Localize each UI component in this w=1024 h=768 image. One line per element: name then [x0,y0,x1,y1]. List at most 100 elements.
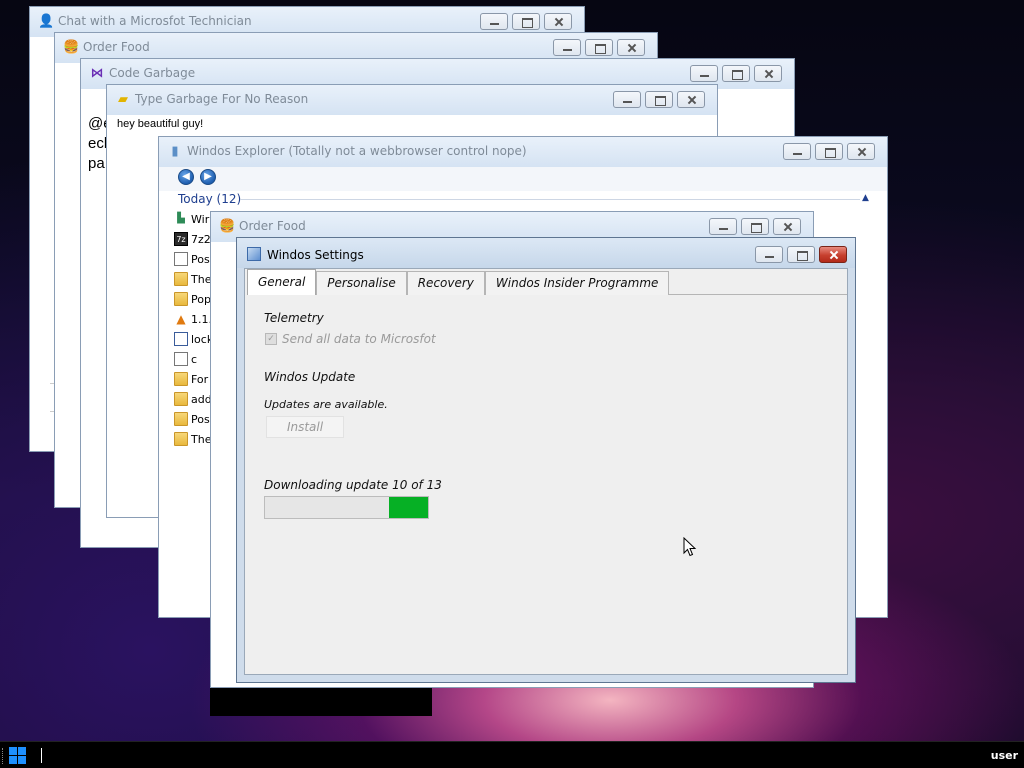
download-status: Downloading update 10 of 13 [264,478,442,492]
visual-studio-icon: ⋈ [90,66,104,81]
telemetry-checkbox-label: Send all data to Microsfot [282,332,436,346]
order-food-title: Order Food [83,40,150,54]
settings-body: General Personalise Recovery Windos Insi… [244,268,848,675]
file-item[interactable]: For [174,370,208,388]
file-name: The [191,272,212,286]
tab-windos-insider-programme[interactable]: Windos Insider Programme [484,271,670,295]
minimize-button[interactable] [553,39,581,56]
file-item[interactable]: add [174,390,212,408]
file-name: add [191,392,212,406]
folder-icon [174,392,188,406]
back-arrow-icon[interactable]: ◀ [178,169,194,185]
program-icon: ▙ [177,213,185,224]
folder-icon [174,432,188,446]
close-button[interactable] [544,13,572,30]
collapse-caret-icon[interactable]: ▲ [862,193,869,203]
explorer-title: Windos Explorer (Totally not a webbrowse… [187,144,527,158]
forward-arrow-icon[interactable]: ▶ [200,169,216,185]
file-name: Pos [191,252,210,266]
7zip-icon: 7z [174,232,188,246]
download-progress-bar [264,496,429,519]
group-divider [240,199,860,200]
close-button[interactable] [773,218,801,235]
maximize-button[interactable] [585,39,613,56]
file-name: c [191,352,198,366]
close-button[interactable] [819,246,847,263]
maximize-button[interactable] [815,143,843,160]
progress-fill [388,497,428,518]
maximize-button[interactable] [741,218,769,235]
update-status: Updates are available. [264,398,388,411]
minimize-button[interactable] [613,91,641,108]
file-item[interactable]: The [174,430,211,448]
settings-titlebar[interactable]: Windos Settings [237,238,855,268]
folder-icon [174,372,188,386]
explorer-titlebar[interactable]: ▮ Windos Explorer (Totally not a webbrow… [159,137,887,167]
typed-text[interactable]: hey beautiful guy! [117,118,203,130]
install-button[interactable]: Install [266,416,344,438]
tab-general[interactable]: General [247,269,317,295]
settings-tabs: General Personalise Recovery Windos Insi… [247,269,670,295]
folder-icon [174,292,188,306]
file-item[interactable]: 7z 7z2 [174,230,211,248]
taskbar-text-cursor[interactable] [41,748,42,763]
settings-window[interactable]: Windos Settings General Personalise Reco… [236,237,856,683]
file-item[interactable]: Pop [174,290,211,308]
file-name: 7z2 [191,232,211,246]
burger-icon: 🍔 [63,40,80,55]
maximize-button[interactable] [645,91,673,108]
file-item[interactable]: The [174,270,211,288]
file-item[interactable]: Pos [174,250,210,268]
telemetry-heading: Telemetry [264,311,324,325]
chat-title: Chat with a Microsfot Technician [58,14,252,28]
file-item[interactable]: ▙ Wir [174,210,209,228]
close-button[interactable] [754,65,782,82]
tab-personalise[interactable]: Personalise [316,271,407,295]
file-name: The [191,432,212,446]
file-item[interactable]: c [174,350,197,368]
file-name: For [191,372,209,386]
maximize-button[interactable] [722,65,750,82]
notepad-icon: ▰ [118,92,128,107]
start-button-windows-icon[interactable] [9,747,27,765]
file-item[interactable]: lock [174,330,213,348]
update-heading: Windos Update [264,370,356,384]
order-food-title: Order Food [239,219,306,233]
file-name: Pos [191,412,210,426]
lock-file-icon [174,332,188,346]
file-item[interactable]: ▲ 1.1. [174,310,212,328]
type-garbage-titlebar[interactable]: ▰ Type Garbage For No Reason [107,85,717,115]
file-name: Pop [191,292,211,306]
minimize-button[interactable] [755,246,783,263]
minimize-button[interactable] [709,218,737,235]
code-garbage-title: Code Garbage [109,66,196,80]
settings-title: Windos Settings [267,248,364,262]
file-name: 1.1. [191,312,212,326]
close-button[interactable] [677,91,705,108]
tab-recovery[interactable]: Recovery [406,271,485,295]
maximize-button[interactable] [512,13,540,30]
close-button[interactable] [617,39,645,56]
minimize-button[interactable] [480,13,508,30]
folder-icon [174,272,188,286]
file-item[interactable]: Pos [174,410,210,428]
burger-icon: 🍔 [219,219,236,234]
mouse-cursor-icon [683,537,697,557]
explorer-icon: ▮ [171,144,179,159]
minimize-button[interactable] [690,65,718,82]
maximize-button[interactable] [787,246,815,263]
folder-icon [174,412,188,426]
user-label[interactable]: user [991,749,1018,762]
taskbar-grip[interactable] [2,748,5,764]
telemetry-checkbox[interactable]: ✓ [265,333,277,345]
settings-window-icon [247,247,261,261]
text-file-icon [174,352,188,366]
minimize-button[interactable] [783,143,811,160]
close-button[interactable] [847,143,875,160]
group-header-today[interactable]: Today (12) [178,192,241,206]
document-icon [174,252,188,266]
taskbar: user [0,741,1024,768]
type-garbage-title: Type Garbage For No Reason [135,92,309,106]
vlc-icon: ▲ [176,312,186,326]
technician-icon: 👤 [38,14,55,29]
